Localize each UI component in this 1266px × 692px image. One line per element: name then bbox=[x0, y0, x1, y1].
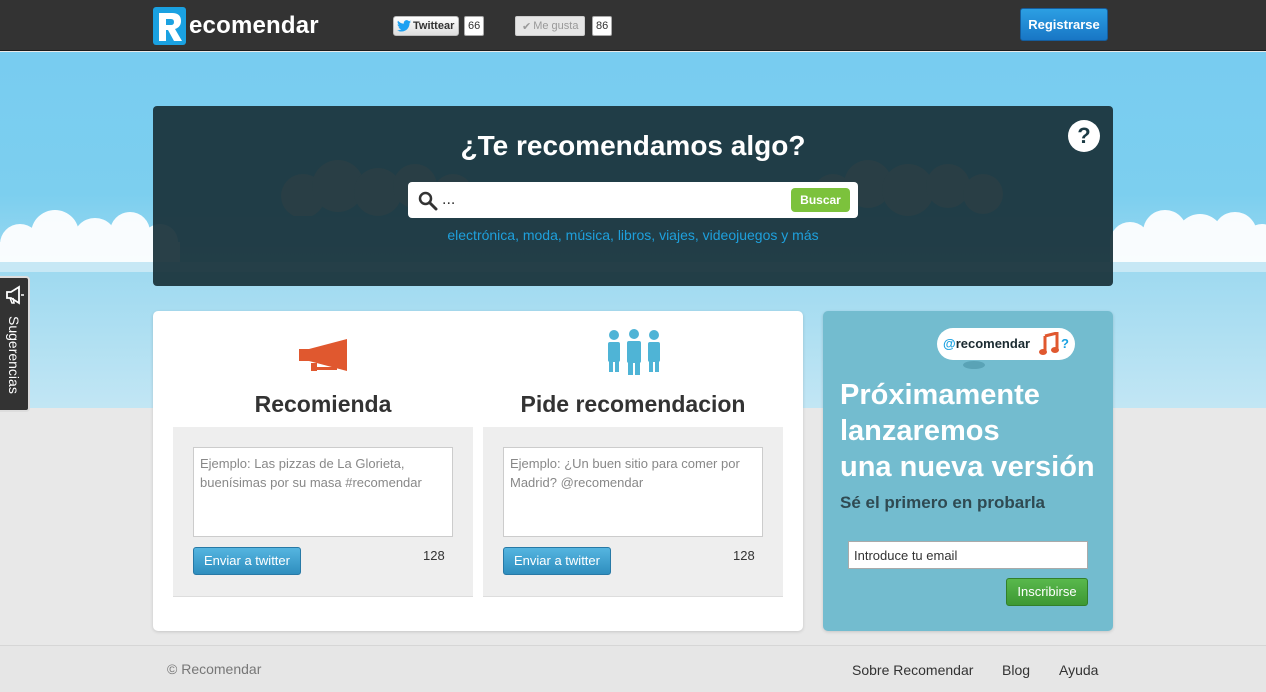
ask-send-button[interactable]: Enviar a twitter bbox=[503, 547, 611, 575]
megaphone-small-icon bbox=[6, 285, 24, 305]
recommend-char-count: 128 bbox=[423, 548, 445, 563]
music-note-icon bbox=[1039, 332, 1059, 355]
logo-r-icon bbox=[153, 7, 186, 45]
recommend-title: Recomienda bbox=[254, 391, 392, 417]
promo-subtitle: Sé el primero en probarla bbox=[840, 493, 1046, 512]
ask-column: Pide recomendacion Enviar a twitter 128 bbox=[483, 311, 783, 631]
bubble-question: ? bbox=[1061, 336, 1069, 351]
category-links: electrónica, moda, música, libros, viaje… bbox=[447, 227, 819, 243]
copyright: © Recomendar bbox=[167, 661, 262, 677]
category-link-viajes[interactable]: viajes bbox=[659, 227, 695, 243]
speech-bubble: @recomendar ? bbox=[937, 328, 1075, 360]
promo-headline-line: lanzaremos bbox=[840, 415, 1000, 447]
like-count: 86 bbox=[592, 16, 613, 36]
categories-suffix[interactable]: y más bbox=[781, 227, 818, 243]
category-link-musica[interactable]: música bbox=[566, 227, 610, 243]
tweet-label: Twittear bbox=[413, 20, 455, 32]
checkmark-icon: ✔ bbox=[522, 20, 532, 33]
logo[interactable]: ecomendar bbox=[153, 6, 319, 46]
search-icon bbox=[418, 191, 438, 211]
recommend-send-button[interactable]: Enviar a twitter bbox=[193, 547, 301, 575]
like-button[interactable]: ✔ Me gusta bbox=[515, 16, 585, 36]
search-input[interactable] bbox=[442, 188, 782, 212]
footer-link-help[interactable]: Ayuda bbox=[1059, 662, 1098, 678]
people-group-icon bbox=[608, 329, 660, 375]
email-field[interactable] bbox=[848, 541, 1088, 569]
top-bar: ecomendar Twittear 66 ✔ Me gusta 86 Regi… bbox=[0, 0, 1266, 51]
tweet-count: 66 bbox=[464, 16, 485, 36]
subscribe-button[interactable]: Inscribirse bbox=[1006, 578, 1088, 606]
ask-char-count: 128 bbox=[733, 548, 755, 563]
promo-headline: Próximamente lanzaremos una nueva versió… bbox=[840, 377, 1110, 485]
category-link-moda[interactable]: moda bbox=[523, 227, 558, 243]
bubble-text: @recomendar bbox=[943, 336, 1031, 351]
promo-headline-line: una nueva versión bbox=[840, 451, 1095, 483]
help-icon[interactable]: ? bbox=[1068, 120, 1100, 152]
like-label: Me gusta bbox=[533, 20, 579, 32]
footer-link-blog[interactable]: Blog bbox=[1002, 662, 1030, 678]
recommend-textarea[interactable] bbox=[193, 447, 453, 537]
footer-link-about[interactable]: Sobre Recomendar bbox=[852, 662, 973, 678]
feedback-tab-label: Sugerencias bbox=[6, 316, 22, 394]
promo-headline-line: Próximamente bbox=[840, 379, 1040, 411]
ask-textarea[interactable] bbox=[503, 447, 763, 537]
search-button[interactable]: Buscar bbox=[791, 188, 850, 212]
recommend-form: Enviar a twitter 128 bbox=[173, 427, 473, 597]
ask-title: Pide recomendacion bbox=[520, 391, 746, 417]
ask-form: Enviar a twitter 128 bbox=[483, 427, 783, 597]
bubble-tail-decoration bbox=[963, 361, 985, 369]
twitter-bird-icon bbox=[397, 20, 411, 32]
register-button[interactable]: Registrarse bbox=[1020, 8, 1108, 41]
footer: © Recomendar Sobre Recomendar Blog Ayuda bbox=[0, 645, 1266, 692]
recommend-column: Recomienda Enviar a twitter 128 bbox=[173, 311, 473, 631]
category-link-videojuegos[interactable]: videojuegos bbox=[703, 227, 778, 243]
category-link-electronica[interactable]: electrónica bbox=[447, 227, 515, 243]
search-hero: ¿Te recomendamos algo? ? Buscar electrón… bbox=[153, 106, 1113, 286]
recommend-card: Recomienda Enviar a twitter 128 Pide rec… bbox=[153, 311, 803, 631]
tweet-button[interactable]: Twittear bbox=[393, 16, 459, 36]
promo-card: @recomendar ? Próximamente lanzaremos un… bbox=[823, 311, 1113, 631]
category-link-libros[interactable]: libros bbox=[618, 227, 651, 243]
feedback-tab[interactable]: Sugerencias bbox=[0, 276, 30, 412]
search-box: Buscar bbox=[408, 182, 858, 218]
megaphone-icon bbox=[299, 339, 347, 371]
hero-title: ¿Te recomendamos algo? bbox=[460, 130, 806, 161]
logo-text: ecomendar bbox=[189, 12, 319, 39]
